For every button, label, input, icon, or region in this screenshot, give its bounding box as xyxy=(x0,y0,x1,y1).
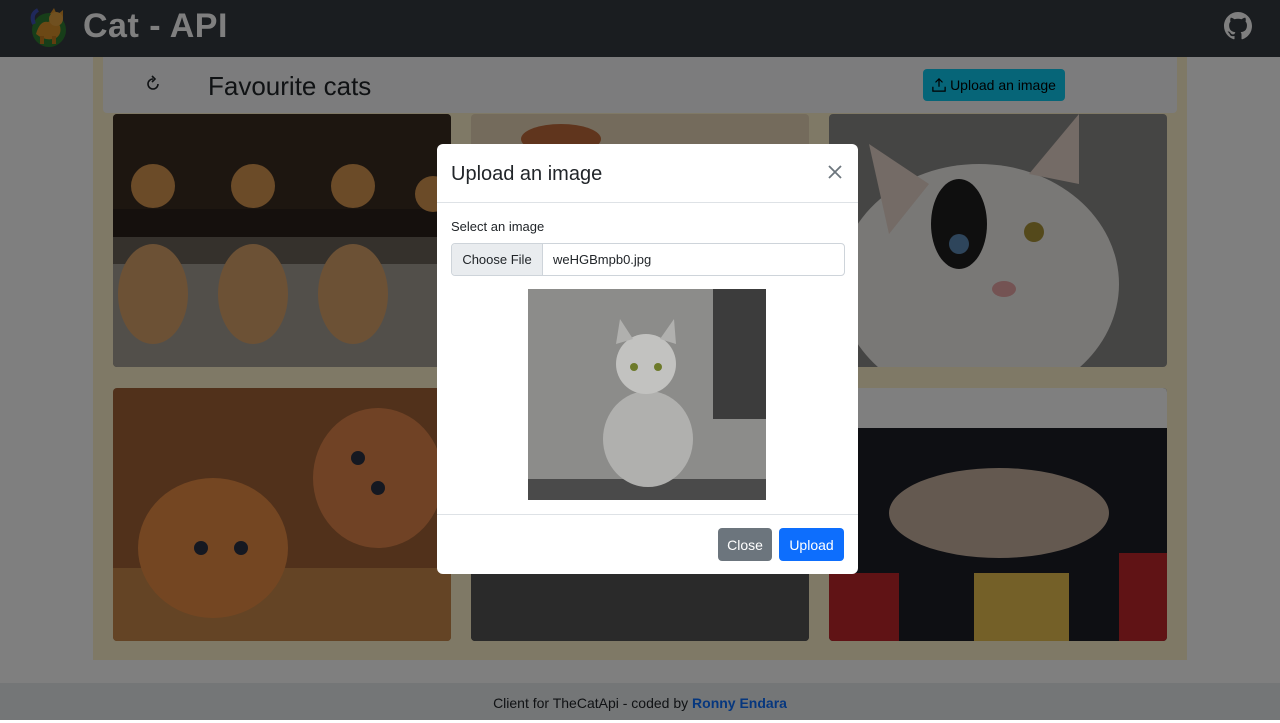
close-icon[interactable] xyxy=(827,164,843,180)
file-input[interactable]: Choose File weHGBmpb0.jpg xyxy=(451,243,845,276)
file-name: weHGBmpb0.jpg xyxy=(553,252,652,267)
close-button[interactable]: Close xyxy=(718,528,772,561)
image-preview xyxy=(528,289,766,500)
choose-file-button[interactable]: Choose File xyxy=(452,244,543,275)
modal-title: Upload an image xyxy=(451,163,603,185)
modal-header: Upload an image xyxy=(437,144,858,203)
file-field-label: Select an image xyxy=(451,219,545,234)
upload-button[interactable]: Upload xyxy=(779,528,844,561)
upload-modal: Upload an image Select an image Choose F… xyxy=(437,144,858,574)
